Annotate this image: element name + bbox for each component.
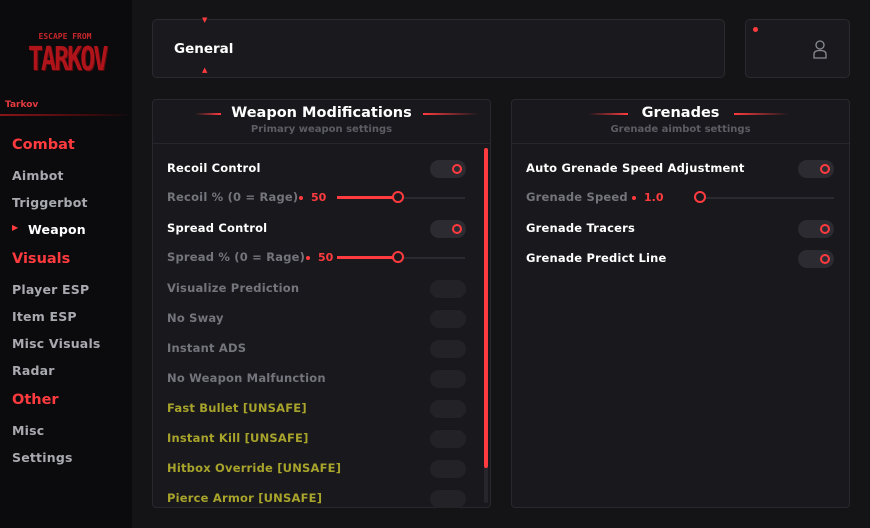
- sidebar-item-settings[interactable]: Settings: [12, 450, 73, 465]
- section-visuals: Visuals: [12, 251, 71, 267]
- app-name-underline: [0, 114, 132, 116]
- section-combat: Combat: [12, 137, 75, 153]
- weapon-modifications-panel: Weapon Modifications Primary weapon sett…: [152, 99, 491, 508]
- hitbox-override-label: Hitbox Override [UNSAFE]: [167, 461, 342, 475]
- panel-subtitle: Primary weapon settings: [250, 124, 393, 135]
- divider: [512, 143, 849, 144]
- grenades-panel: Grenades Grenade aimbot settings Auto Gr…: [511, 99, 850, 508]
- grenade-predict-line-toggle[interactable]: [798, 250, 834, 268]
- auto-grenade-speed-toggle[interactable]: [798, 160, 834, 178]
- sidebar-item-misc-visuals[interactable]: Misc Visuals: [12, 336, 101, 351]
- instant-ads-label: Instant ADS: [167, 341, 247, 355]
- header-dropdown[interactable]: ▼ General ▲: [152, 16, 725, 78]
- fast-bullet-toggle[interactable]: [430, 400, 466, 418]
- panel-title: Grenades: [641, 105, 720, 121]
- sidebar-item-misc[interactable]: Misc: [12, 423, 44, 438]
- no-weapon-malfunction-toggle[interactable]: [430, 370, 466, 388]
- panel-subtitle: Grenade aimbot settings: [610, 124, 751, 135]
- no-sway-label: No Sway: [167, 311, 224, 325]
- hitbox-override-toggle[interactable]: [430, 460, 466, 478]
- spread-slider-handle[interactable]: [392, 251, 404, 263]
- spread-slider-fill: [337, 256, 393, 259]
- sidebar-item-triggerbot[interactable]: Triggerbot: [12, 195, 88, 210]
- user-profile-box[interactable]: [745, 19, 850, 78]
- visualize-prediction-label: Visualize Prediction: [167, 281, 300, 295]
- no-weapon-malfunction-label: No Weapon Malfunction: [167, 371, 326, 385]
- triangle-right-icon: ▶: [12, 223, 19, 232]
- grenade-speed-slider-track[interactable]: [694, 197, 834, 199]
- slider-marker: [632, 196, 636, 200]
- title-accent-right: [734, 113, 789, 115]
- grenade-tracers-label: Grenade Tracers: [526, 221, 636, 235]
- spread-percent-value: 50: [318, 251, 334, 264]
- auto-grenade-speed-label: Auto Grenade Speed Adjustment: [526, 161, 745, 175]
- grenade-speed-value: 1.0: [644, 191, 664, 204]
- status-dot: [753, 27, 758, 32]
- sidebar: ESCAPE FROM TARKOV Tarkov Combat Aimbot …: [0, 0, 132, 528]
- slider-marker: [306, 256, 310, 260]
- grenade-speed-slider-handle[interactable]: [694, 191, 706, 203]
- no-sway-toggle[interactable]: [430, 310, 466, 328]
- pierce-armor-label: Pierce Armor [UNSAFE]: [167, 491, 323, 505]
- pierce-armor-toggle[interactable]: [430, 490, 466, 508]
- spread-percent-label: Spread % (0 = Rage): [167, 250, 306, 264]
- tarkov-logo: ESCAPE FROM TARKOV: [28, 32, 108, 82]
- sidebar-item-item-esp[interactable]: Item ESP: [12, 309, 77, 324]
- spread-control-label: Spread Control: [167, 221, 268, 235]
- instant-kill-label: Instant Kill [UNSAFE]: [167, 431, 309, 445]
- recoil-control-label: Recoil Control: [167, 161, 261, 175]
- divider: [153, 143, 490, 144]
- grenade-speed-label: Grenade Speed: [526, 190, 628, 204]
- recoil-slider-fill: [337, 196, 393, 199]
- fast-bullet-label: Fast Bullet [UNSAFE]: [167, 401, 307, 415]
- grenade-tracers-toggle[interactable]: [798, 220, 834, 238]
- sidebar-item-weapon[interactable]: Weapon: [28, 222, 86, 237]
- triangle-down-icon: ▼: [202, 16, 208, 24]
- sidebar-item-radar[interactable]: Radar: [12, 363, 55, 378]
- user-icon[interactable]: [812, 39, 828, 59]
- visualize-prediction-toggle[interactable]: [430, 280, 466, 298]
- scrollbar-thumb[interactable]: [484, 148, 488, 468]
- recoil-percent-label: Recoil % (0 = Rage): [167, 190, 299, 204]
- recoil-slider-handle[interactable]: [392, 191, 404, 203]
- grenade-predict-line-label: Grenade Predict Line: [526, 251, 667, 265]
- section-other: Other: [12, 392, 59, 408]
- page-title: General: [174, 41, 234, 57]
- sidebar-item-aimbot[interactable]: Aimbot: [12, 168, 64, 183]
- recoil-control-toggle[interactable]: [430, 160, 466, 178]
- app-name: Tarkov: [5, 100, 39, 110]
- sidebar-item-player-esp[interactable]: Player ESP: [12, 282, 89, 297]
- title-accent-right: [423, 113, 478, 115]
- slider-marker: [299, 196, 303, 200]
- spread-control-toggle[interactable]: [430, 220, 466, 238]
- instant-kill-toggle[interactable]: [430, 430, 466, 448]
- instant-ads-toggle[interactable]: [430, 340, 466, 358]
- logo-line2: TARKOV: [28, 40, 108, 78]
- recoil-percent-value: 50: [311, 191, 327, 204]
- triangle-up-icon: ▲: [202, 66, 208, 74]
